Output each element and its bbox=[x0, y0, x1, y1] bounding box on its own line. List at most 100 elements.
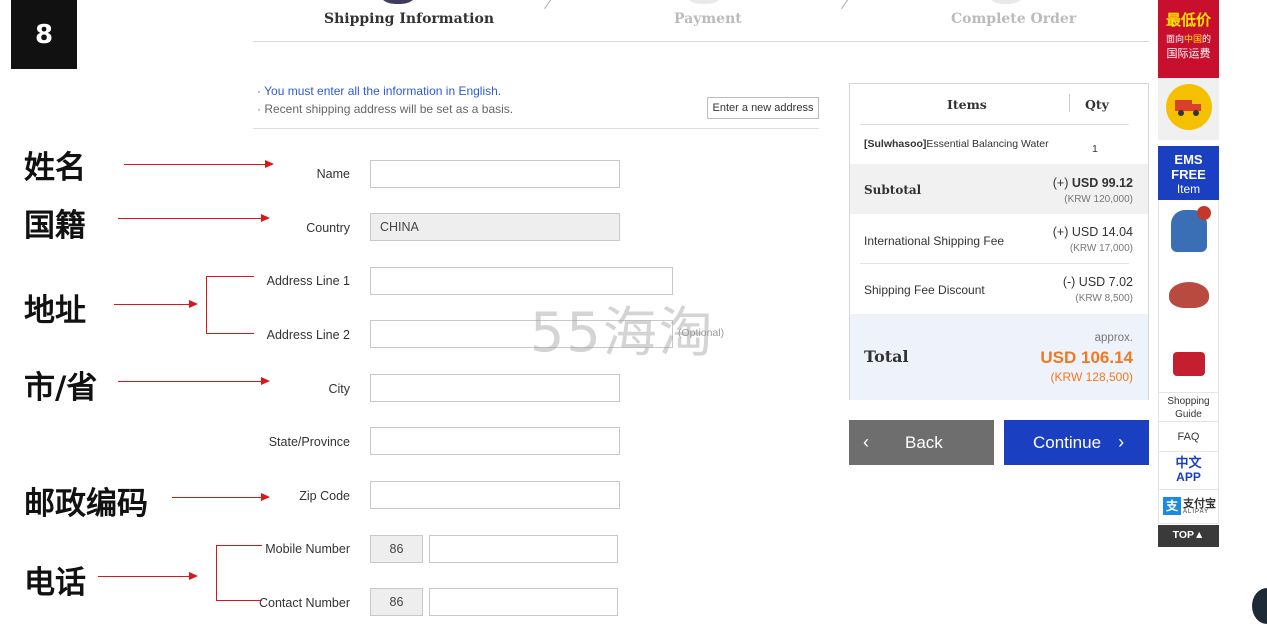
item-qty: 1 bbox=[1092, 143, 1098, 155]
continue-button[interactable]: Continue › bbox=[1004, 420, 1149, 465]
items-header: Items bbox=[947, 97, 987, 112]
subtotal-row: Subtotal (+) USD 99.12 (KRW 120,000) bbox=[850, 164, 1148, 214]
annotation-arrow bbox=[114, 300, 198, 308]
shopping-guide-link[interactable]: Shopping Guide bbox=[1158, 392, 1219, 422]
english-notice: · You must enter all the information in … bbox=[257, 84, 502, 98]
chinese-app-label: 中文 bbox=[1175, 455, 1202, 470]
annotation-arrow bbox=[98, 572, 198, 580]
app-label: APP bbox=[1176, 470, 1201, 484]
bag-item[interactable] bbox=[1173, 352, 1205, 376]
lowest-price-promo[interactable]: 最低价 面向中国的 国际运费 bbox=[1158, 0, 1219, 140]
promo-subtitle-prefix: 面向 bbox=[1165, 34, 1184, 44]
chinese-app-link[interactable]: 中文 APP bbox=[1158, 452, 1219, 490]
subtotal-krw: (KRW 120,000) bbox=[1064, 194, 1133, 205]
shipping-discount-krw: (KRW 8,500) bbox=[1075, 293, 1133, 304]
back-button[interactable]: ‹ Back bbox=[849, 420, 994, 465]
header-divider bbox=[253, 41, 1149, 42]
subtotal-usd: (+) USD 99.12 bbox=[1053, 176, 1133, 190]
total-label: Total bbox=[864, 347, 909, 366]
annotation-address: 地址 bbox=[24, 293, 86, 329]
city-label: City bbox=[328, 382, 350, 396]
annotation-bracket bbox=[216, 545, 262, 601]
shipping-fee-label: International Shipping Fee bbox=[864, 234, 1005, 248]
item-name: Essential Balancing Water bbox=[926, 138, 1049, 150]
shipping-fee-row: International Shipping Fee (+) USD 14.04… bbox=[850, 214, 1148, 264]
chevron-right-icon: › bbox=[1118, 432, 1125, 452]
step-payment: Payment bbox=[674, 11, 742, 27]
truck-icon bbox=[1166, 84, 1212, 130]
step-indicator-active bbox=[375, 0, 421, 4]
country-label: Country bbox=[306, 221, 350, 235]
featured-items bbox=[1158, 200, 1219, 392]
name-input[interactable] bbox=[370, 160, 620, 188]
step-indicator bbox=[681, 0, 727, 4]
step-number-badge: 8 bbox=[11, 0, 77, 69]
subtotal-sign: (+) bbox=[1052, 176, 1072, 190]
back-button-label: Back bbox=[905, 432, 943, 452]
step-divider bbox=[841, 0, 850, 10]
annotation-arrow bbox=[118, 214, 270, 222]
form-divider bbox=[253, 128, 819, 129]
annotation-arrow bbox=[124, 160, 274, 168]
annotation-arrow bbox=[172, 493, 270, 501]
free-label: FREE bbox=[1171, 167, 1206, 182]
shipping-discount-row: Shipping Fee Discount (-) USD 7.02 (KRW … bbox=[850, 264, 1148, 314]
faq-link[interactable]: FAQ bbox=[1158, 422, 1219, 452]
ems-free-item[interactable]: EMS FREE Item bbox=[1158, 146, 1219, 200]
watermark: 55海淘 bbox=[530, 301, 715, 364]
promo-subtitle-highlight: 中国 bbox=[1183, 34, 1202, 44]
state-province-label: State/Province bbox=[268, 435, 350, 449]
row-divider bbox=[860, 124, 1129, 125]
zip-code-label: Zip Code bbox=[299, 489, 350, 503]
ems-label: EMS bbox=[1174, 152, 1203, 167]
promo-subtitle: 面向中国的 bbox=[1158, 32, 1219, 45]
promo-subtitle-suffix: 的 bbox=[1202, 34, 1212, 44]
total-row: approx. Total USD 106.14 (KRW 128,500) bbox=[850, 314, 1148, 400]
new-address-button[interactable]: Enter a new address bbox=[707, 97, 819, 119]
annotation-zip: 邮政编码 bbox=[24, 486, 148, 522]
promo-ribbon bbox=[1158, 64, 1219, 78]
state-province-input[interactable] bbox=[370, 427, 620, 455]
recent-address-notice: · Recent shipping address will be set as… bbox=[257, 102, 514, 116]
approx-label: approx. bbox=[1094, 332, 1133, 344]
contact-number-input[interactable] bbox=[429, 588, 618, 616]
promo-subtitle-2: 国际运费 bbox=[1166, 48, 1211, 60]
floating-chat-button[interactable] bbox=[1252, 588, 1267, 624]
annotation-bracket bbox=[206, 276, 254, 334]
contact-country-code: 86 bbox=[370, 588, 423, 616]
annotation-phone: 电话 bbox=[24, 565, 86, 601]
cap-item[interactable] bbox=[1169, 282, 1209, 308]
item-description: [Sulwhasoo]Essential Balancing Water bbox=[864, 138, 1049, 150]
chevron-left-icon: ‹ bbox=[863, 432, 869, 452]
zip-code-input[interactable] bbox=[370, 481, 620, 509]
qty-header: Qty bbox=[1085, 97, 1109, 112]
annotation-city: 市/省 bbox=[24, 370, 98, 406]
item-brand: [Sulwhasoo] bbox=[864, 138, 927, 150]
badge-icon bbox=[1197, 206, 1211, 220]
summary-header: Items Qty bbox=[850, 84, 1148, 125]
item-row: [Sulwhasoo]Essential Balancing Water 1 bbox=[850, 126, 1148, 164]
shipping-discount-label: Shipping Fee Discount bbox=[864, 283, 985, 297]
header-divider bbox=[1069, 94, 1070, 112]
back-to-top-button[interactable]: TOP▲ bbox=[1158, 525, 1219, 547]
annotation-country: 国籍 bbox=[24, 208, 86, 244]
back-to-top-label: TOP▲ bbox=[1172, 529, 1205, 541]
total-usd: USD 106.14 bbox=[1040, 348, 1133, 367]
order-summary: Items Qty [Sulwhasoo]Essential Balancing… bbox=[849, 83, 1149, 400]
item-label: Item bbox=[1176, 182, 1201, 196]
mobile-number-input[interactable] bbox=[429, 535, 618, 563]
subtotal-label: Subtotal bbox=[864, 183, 922, 197]
subtotal-amount: USD 99.12 bbox=[1071, 176, 1133, 190]
shipping-discount-usd: (-) USD 7.02 bbox=[1062, 275, 1133, 289]
country-field: CHINA bbox=[370, 213, 620, 241]
alipay-link[interactable]: 支 支付宝 ALIPAY bbox=[1158, 490, 1219, 524]
step-shipping-information: Shipping Information bbox=[324, 11, 494, 27]
annotation-name: 姓名 bbox=[24, 150, 86, 186]
step-complete-order: Complete Order bbox=[951, 11, 1077, 27]
annotation-arrow bbox=[118, 377, 270, 385]
city-input[interactable] bbox=[370, 374, 620, 402]
faq-label: FAQ bbox=[1177, 431, 1200, 443]
step-indicator bbox=[983, 0, 1029, 4]
promo-title: 最低价 bbox=[1165, 11, 1211, 29]
shopping-guide-label: Shopping Guide bbox=[1167, 396, 1210, 420]
